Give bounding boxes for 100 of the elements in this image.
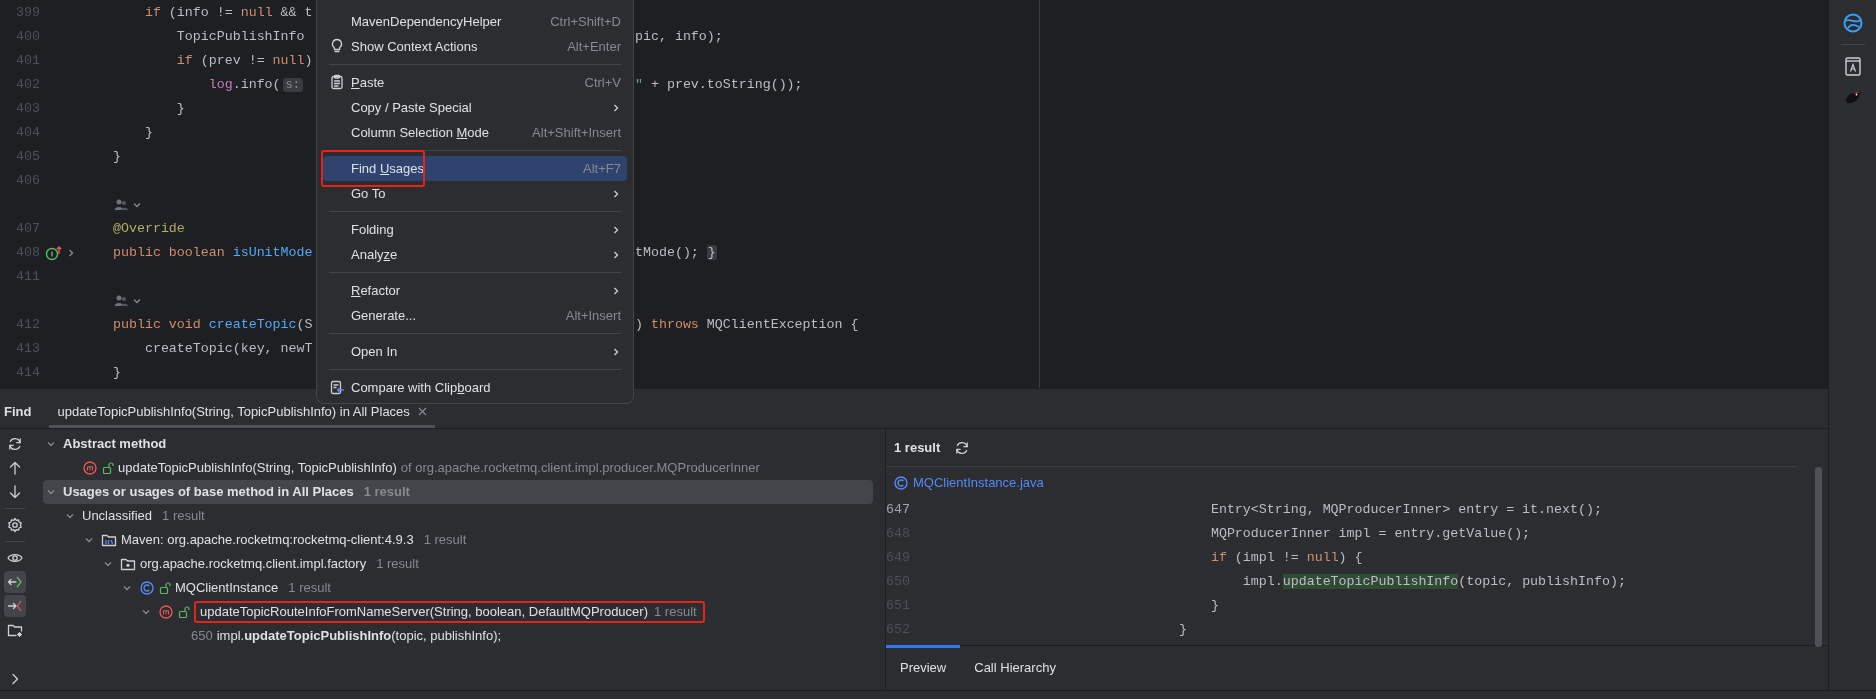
code-line: } bbox=[175, 101, 185, 117]
tree-row[interactable]: org.apache.rocketmq.client.impl.factory 1 result bbox=[43, 552, 873, 576]
toggle-button[interactable] bbox=[4, 595, 26, 617]
tab[interactable]: Call Hierarchy bbox=[960, 644, 1070, 689]
chevron-down-icon[interactable] bbox=[84, 535, 94, 545]
menu-item[interactable]: Compare with Clipboard bbox=[323, 375, 627, 400]
shortcut-text: Ctrl+V bbox=[584, 73, 621, 92]
tree-row[interactable]: Abstract method bbox=[43, 432, 873, 456]
clipboard-icon bbox=[329, 74, 345, 90]
refresh-icon bbox=[7, 436, 23, 452]
arrow-right-icon bbox=[7, 598, 23, 614]
code-line: ) throws MQClientException { bbox=[635, 317, 859, 333]
lock-icon bbox=[102, 461, 114, 475]
shortcut-text: Alt+Enter bbox=[567, 37, 621, 56]
tree-row[interactable]: Unclassified 1 result bbox=[43, 504, 873, 528]
ring-icon bbox=[82, 460, 98, 476]
usage-text[interactable]: impl.updateTopicPublishInfo(topic, publishInfo); bbox=[216, 626, 502, 646]
code-line: public boolean isUnitMode bbox=[113, 245, 313, 261]
tree-row[interactable]: Maven: org.apache.rocketmq:rocketmq-client:4.9.3 1 result bbox=[43, 528, 873, 552]
tree-row[interactable]: 650 impl.updateTopicPublishInfo(topic, publishInfo); bbox=[43, 624, 873, 648]
code-line: TopicPublishInfo bbox=[175, 29, 305, 45]
code-line: pic, info); bbox=[635, 29, 723, 45]
menu-item[interactable]: Show Context Actions Alt+Enter bbox=[323, 34, 627, 59]
refresh-icon[interactable] bbox=[954, 439, 971, 456]
menu-item[interactable]: Analyze bbox=[323, 242, 627, 267]
tree-item[interactable]: updateTopicPublishInfo(String, TopicPublishInfo) bbox=[118, 458, 397, 478]
chevron-down-icon bbox=[132, 200, 143, 210]
tree-item[interactable]: Maven: org.apache.rocketmq:rocketmq-client:4.9.3 bbox=[121, 530, 414, 550]
tree-row[interactable]: Usages or usages of base method in All Places 1 result bbox=[43, 480, 873, 504]
menu-item[interactable]: Find Usages Alt+F7 bbox=[323, 156, 627, 181]
scrollbar[interactable] bbox=[1815, 467, 1822, 647]
code-line: if (impl != null) { bbox=[1209, 549, 1363, 568]
shortcut-text: Alt+Insert bbox=[565, 306, 621, 325]
result-summary: 1 result bbox=[894, 438, 941, 457]
item-location: of org.apache.rocketmq.client.impl.producer.MQProducerInner bbox=[400, 459, 760, 478]
menu-item[interactable]: Open In bbox=[323, 339, 627, 364]
arrow-up-icon bbox=[7, 460, 23, 476]
menu-item[interactable]: Column Selection Mode Alt+Shift+Insert bbox=[323, 120, 627, 145]
lock-icon bbox=[159, 581, 171, 595]
tree-row[interactable]: MQClientInstance 1 result bbox=[43, 576, 873, 600]
chevron-right-icon bbox=[66, 248, 76, 258]
chevron-down-icon[interactable] bbox=[65, 511, 75, 521]
code-line: createTopic(key, newT bbox=[143, 341, 313, 357]
shortcut-text: Ctrl+Shift+D bbox=[550, 12, 621, 31]
tree-item[interactable]: MQClientInstance bbox=[175, 578, 279, 598]
ring-icon bbox=[139, 580, 155, 596]
menu-item[interactable]: Go To bbox=[323, 181, 627, 206]
tree-item[interactable]: Unclassified bbox=[82, 506, 153, 526]
chevron-down-icon[interactable] bbox=[46, 439, 56, 449]
tree-item[interactable]: updateTopicRouteInfoFromNameServer(String, boolean, DefaultMQProducer) bbox=[200, 602, 648, 622]
globe-icon[interactable] bbox=[1841, 12, 1864, 34]
chevron-down-icon[interactable] bbox=[103, 559, 113, 569]
close-icon[interactable] bbox=[417, 406, 427, 416]
code-line: } bbox=[143, 125, 153, 141]
toggle-button[interactable] bbox=[4, 571, 26, 593]
menu-item[interactable]: Folding bbox=[323, 217, 627, 242]
arrow-left-icon bbox=[7, 574, 23, 590]
circle-up-arrow-icon bbox=[45, 245, 63, 261]
arrow-down-icon bbox=[7, 484, 23, 500]
tree-item[interactable]: org.apache.rocketmq.client.impl.factory bbox=[140, 554, 367, 574]
folder-icon bbox=[7, 622, 23, 638]
ring-icon bbox=[893, 474, 909, 491]
code-line: MQProducerInner impl = entry.getValue(); bbox=[1209, 525, 1531, 544]
code-line: log.info( s: bbox=[113, 77, 303, 93]
code-line: @Override bbox=[113, 221, 185, 237]
folder-icon bbox=[101, 532, 117, 548]
ring-icon bbox=[158, 604, 174, 620]
panel-title: Find bbox=[3, 402, 33, 421]
code-line: if (prev != null) bbox=[175, 53, 313, 69]
chevron-down-icon[interactable] bbox=[46, 487, 56, 497]
code-line: " + prev.toString()); bbox=[635, 77, 803, 93]
chevron-down-icon bbox=[132, 296, 143, 306]
chevron-down-icon[interactable] bbox=[141, 607, 151, 617]
result-count: 1 result bbox=[288, 579, 331, 598]
tree-row[interactable]: updateTopicPublishInfo(String, TopicPublishInfo) of org.apache.rocketmq.client.impl.producer.MQProducerInner bbox=[43, 456, 873, 480]
tree-item[interactable]: Abstract method bbox=[63, 434, 167, 454]
tree-item[interactable]: Usages or usages of base method in All Places bbox=[63, 482, 354, 502]
menu-item[interactable]: Refactor bbox=[323, 278, 627, 303]
result-count: 1 result bbox=[654, 603, 697, 622]
tree-row[interactable]: updateTopicRouteInfoFromNameServer(String, boolean, DefaultMQProducer) 1 result bbox=[43, 600, 873, 624]
line-number: 647 bbox=[886, 501, 911, 520]
menu-item[interactable]: Paste Ctrl+V bbox=[323, 70, 627, 95]
file-name[interactable]: MQClientInstance.java bbox=[913, 472, 1044, 493]
shortcut-text: Alt+F7 bbox=[583, 159, 621, 178]
lightbulb-icon bbox=[329, 38, 345, 54]
book-icon[interactable] bbox=[1842, 55, 1863, 77]
menu-item[interactable]: Generate... Alt+Insert bbox=[323, 303, 627, 328]
code-line: public void createTopic(S bbox=[113, 317, 313, 333]
folder-icon bbox=[120, 556, 136, 572]
code-line: if (info != null && t bbox=[143, 5, 313, 21]
code-line: } bbox=[113, 149, 121, 165]
code-line: Entry<String, MQProducerInner> entry = it.next(); bbox=[1209, 501, 1602, 520]
menu-item[interactable]: Copy / Paste Special bbox=[323, 95, 627, 120]
result-count: 1 result bbox=[363, 483, 410, 502]
code-line: tMode(); } bbox=[635, 245, 717, 261]
menu-item[interactable]: MavenDependencyHelper Ctrl+Shift+D bbox=[323, 9, 627, 34]
people-icon bbox=[113, 197, 129, 213]
code-line: impl.updateTopicPublishInfo(topic, publishInfo); bbox=[1241, 573, 1626, 592]
code-line: } bbox=[113, 365, 121, 381]
chevron-down-icon[interactable] bbox=[122, 583, 132, 593]
